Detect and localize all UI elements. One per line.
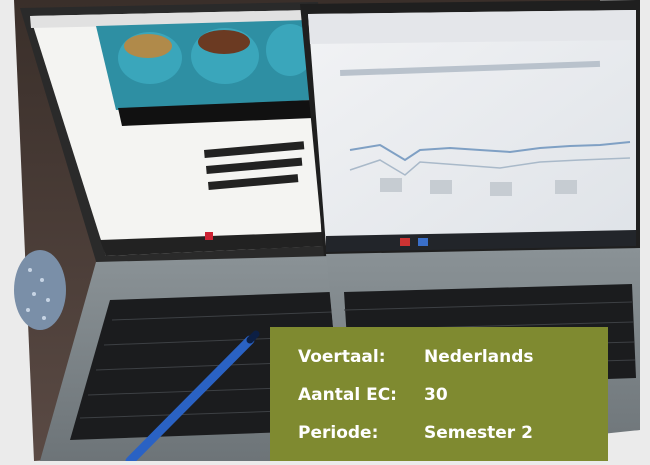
info-row-ec: Aantal EC: 30	[298, 385, 608, 423]
info-value: Nederlands	[424, 347, 534, 367]
info-label: Periode:	[298, 423, 379, 443]
info-value: 30	[424, 385, 448, 405]
right-laptop-screen	[308, 10, 636, 246]
course-info-panel: Voertaal: Nederlands Aantal EC: 30 Perio…	[270, 327, 608, 461]
info-label: Aantal EC:	[298, 385, 397, 405]
info-row-language: Voertaal: Nederlands	[298, 347, 608, 385]
info-value: Semester 2	[424, 423, 533, 443]
info-label: Voertaal:	[298, 347, 386, 367]
info-row-period: Periode: Semester 2	[298, 423, 608, 461]
patterned-object	[14, 250, 66, 330]
